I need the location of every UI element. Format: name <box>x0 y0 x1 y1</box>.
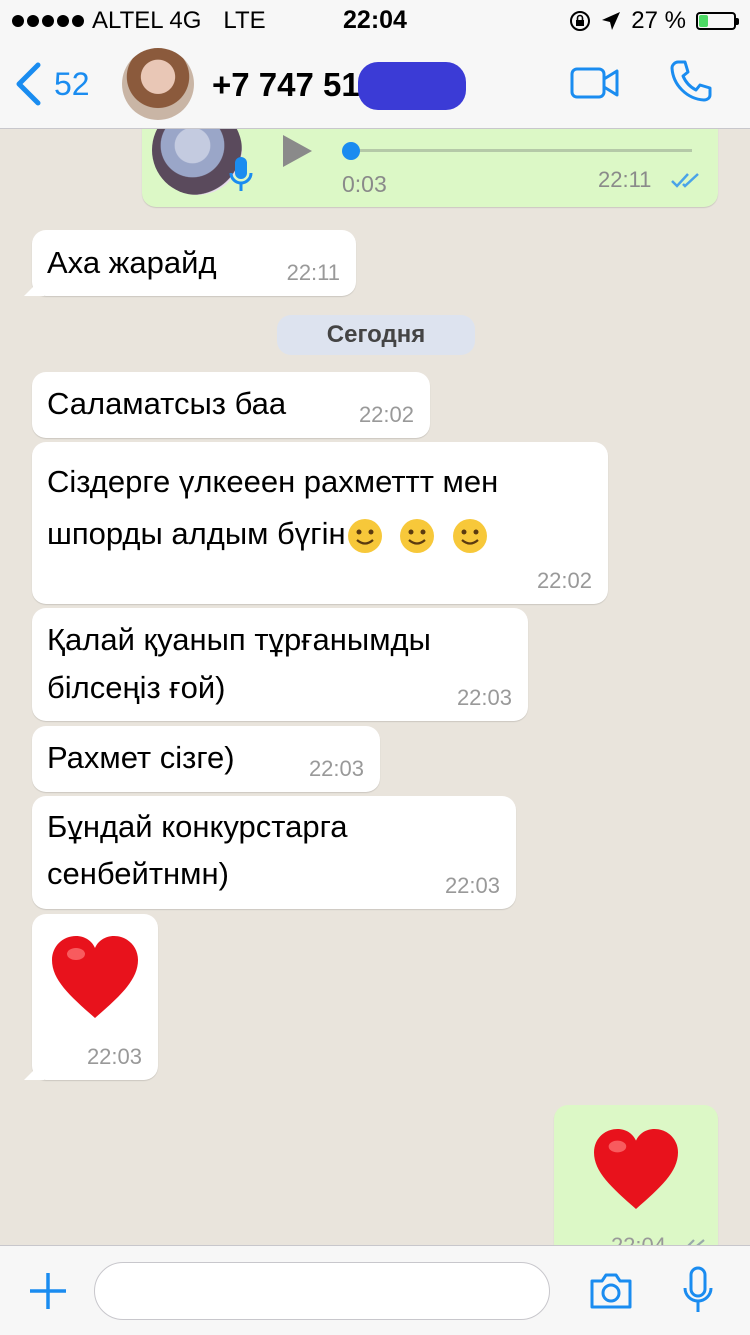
message-bubble-incoming[interactable]: Қалай қуанып тұрғанымды білсеңіз ғой) 22… <box>32 608 528 721</box>
chat-area[interactable]: 0:03 22:11 Аха жарайд 22:11 Сегодня Сала… <box>0 129 750 1245</box>
heart-emoji-icon <box>594 1128 678 1210</box>
avatar[interactable] <box>122 48 194 120</box>
microphone-icon <box>229 157 253 191</box>
message-text-line1: Қалай қуанып тұрғанымды <box>47 622 431 657</box>
message-text-line1: Сіздерге үлкееен рахметтт мен <box>47 464 499 499</box>
phone-call-icon[interactable] <box>668 58 714 104</box>
message-text-line2: сенбейтнмн) <box>47 856 229 891</box>
play-icon[interactable] <box>280 133 314 169</box>
date-divider: Сегодня <box>277 315 475 355</box>
message-time: 22:04 <box>611 1233 666 1245</box>
rotation-lock-icon <box>570 11 591 31</box>
message-bubble-incoming[interactable]: Аха жарайд 22:11 <box>32 230 356 296</box>
message-bubble-incoming[interactable]: Сіздерге үлкееен рахметтт мен шпорды алд… <box>32 442 608 604</box>
battery-percent: 27 % <box>631 7 686 34</box>
read-receipt-icon <box>671 173 699 188</box>
smiley-emoji-icon <box>400 518 435 553</box>
status-right: 27 % <box>569 7 739 35</box>
location-arrow-icon <box>602 12 621 30</box>
message-time: 22:02 <box>536 568 592 593</box>
video-call-icon[interactable] <box>570 66 620 100</box>
message-text: Саламатсыз баа <box>47 386 287 421</box>
microphone-icon[interactable] <box>682 1266 714 1316</box>
message-input-bar <box>0 1245 750 1335</box>
message-time: 22:11 <box>286 260 340 285</box>
message-time: 22:02 <box>358 402 414 427</box>
battery-icon <box>696 12 739 30</box>
chat-header: 52 +7 747 51 <box>0 40 750 129</box>
message-bubble-incoming[interactable]: Саламатсыз баа 22:02 <box>32 372 430 438</box>
delivered-check-icon <box>687 1239 705 1245</box>
message-bubble-incoming[interactable]: Рахмет сізге) 22:03 <box>32 726 380 792</box>
back-button[interactable]: 52 <box>14 62 90 106</box>
message-input[interactable] <box>94 1262 550 1320</box>
message-time: 22:03 <box>444 873 500 898</box>
smiley-emoji-icon <box>452 518 487 553</box>
heart-emoji-icon <box>52 936 138 1018</box>
voice-time: 22:11 <box>598 167 652 192</box>
message-time: 22:03 <box>86 1044 142 1069</box>
voice-progress-track[interactable] <box>352 149 692 152</box>
message-text-line2: білсеңіз ғой) <box>47 670 226 705</box>
contact-name[interactable]: +7 747 51 <box>212 66 360 104</box>
message-bubble-incoming[interactable]: 22:03 <box>32 914 158 1080</box>
message-text: Рахмет сізге) <box>47 740 235 775</box>
message-text-line2: шпорды алдым бүгін <box>47 508 489 560</box>
message-time: 22:03 <box>308 756 364 781</box>
camera-icon[interactable] <box>588 1272 634 1310</box>
message-bubble-incoming[interactable]: Бұндай конкурстарга сенбейтнмн) 22:03 <box>32 796 516 909</box>
smiley-emoji-icon <box>347 518 382 553</box>
voice-progress-knob[interactable] <box>342 142 360 160</box>
back-chevron-icon <box>16 62 41 106</box>
message-text: Аха жарайд <box>47 245 217 280</box>
message-text-line1: Бұндай конкурстарга <box>47 809 348 844</box>
voice-message-bubble[interactable]: 0:03 22:11 <box>142 129 718 207</box>
unread-count: 52 <box>54 65 90 102</box>
voice-duration: 0:03 <box>342 171 387 197</box>
message-text-line2-text: шпорды алдым бүгін <box>47 516 346 551</box>
status-bar: ALTEL 4G LTE 22:04 27 % <box>0 0 750 40</box>
redaction-scribble <box>358 62 466 110</box>
message-time: 22:03 <box>456 685 512 710</box>
plus-icon[interactable] <box>28 1271 68 1311</box>
message-bubble-outgoing[interactable]: 22:04 <box>554 1105 718 1245</box>
